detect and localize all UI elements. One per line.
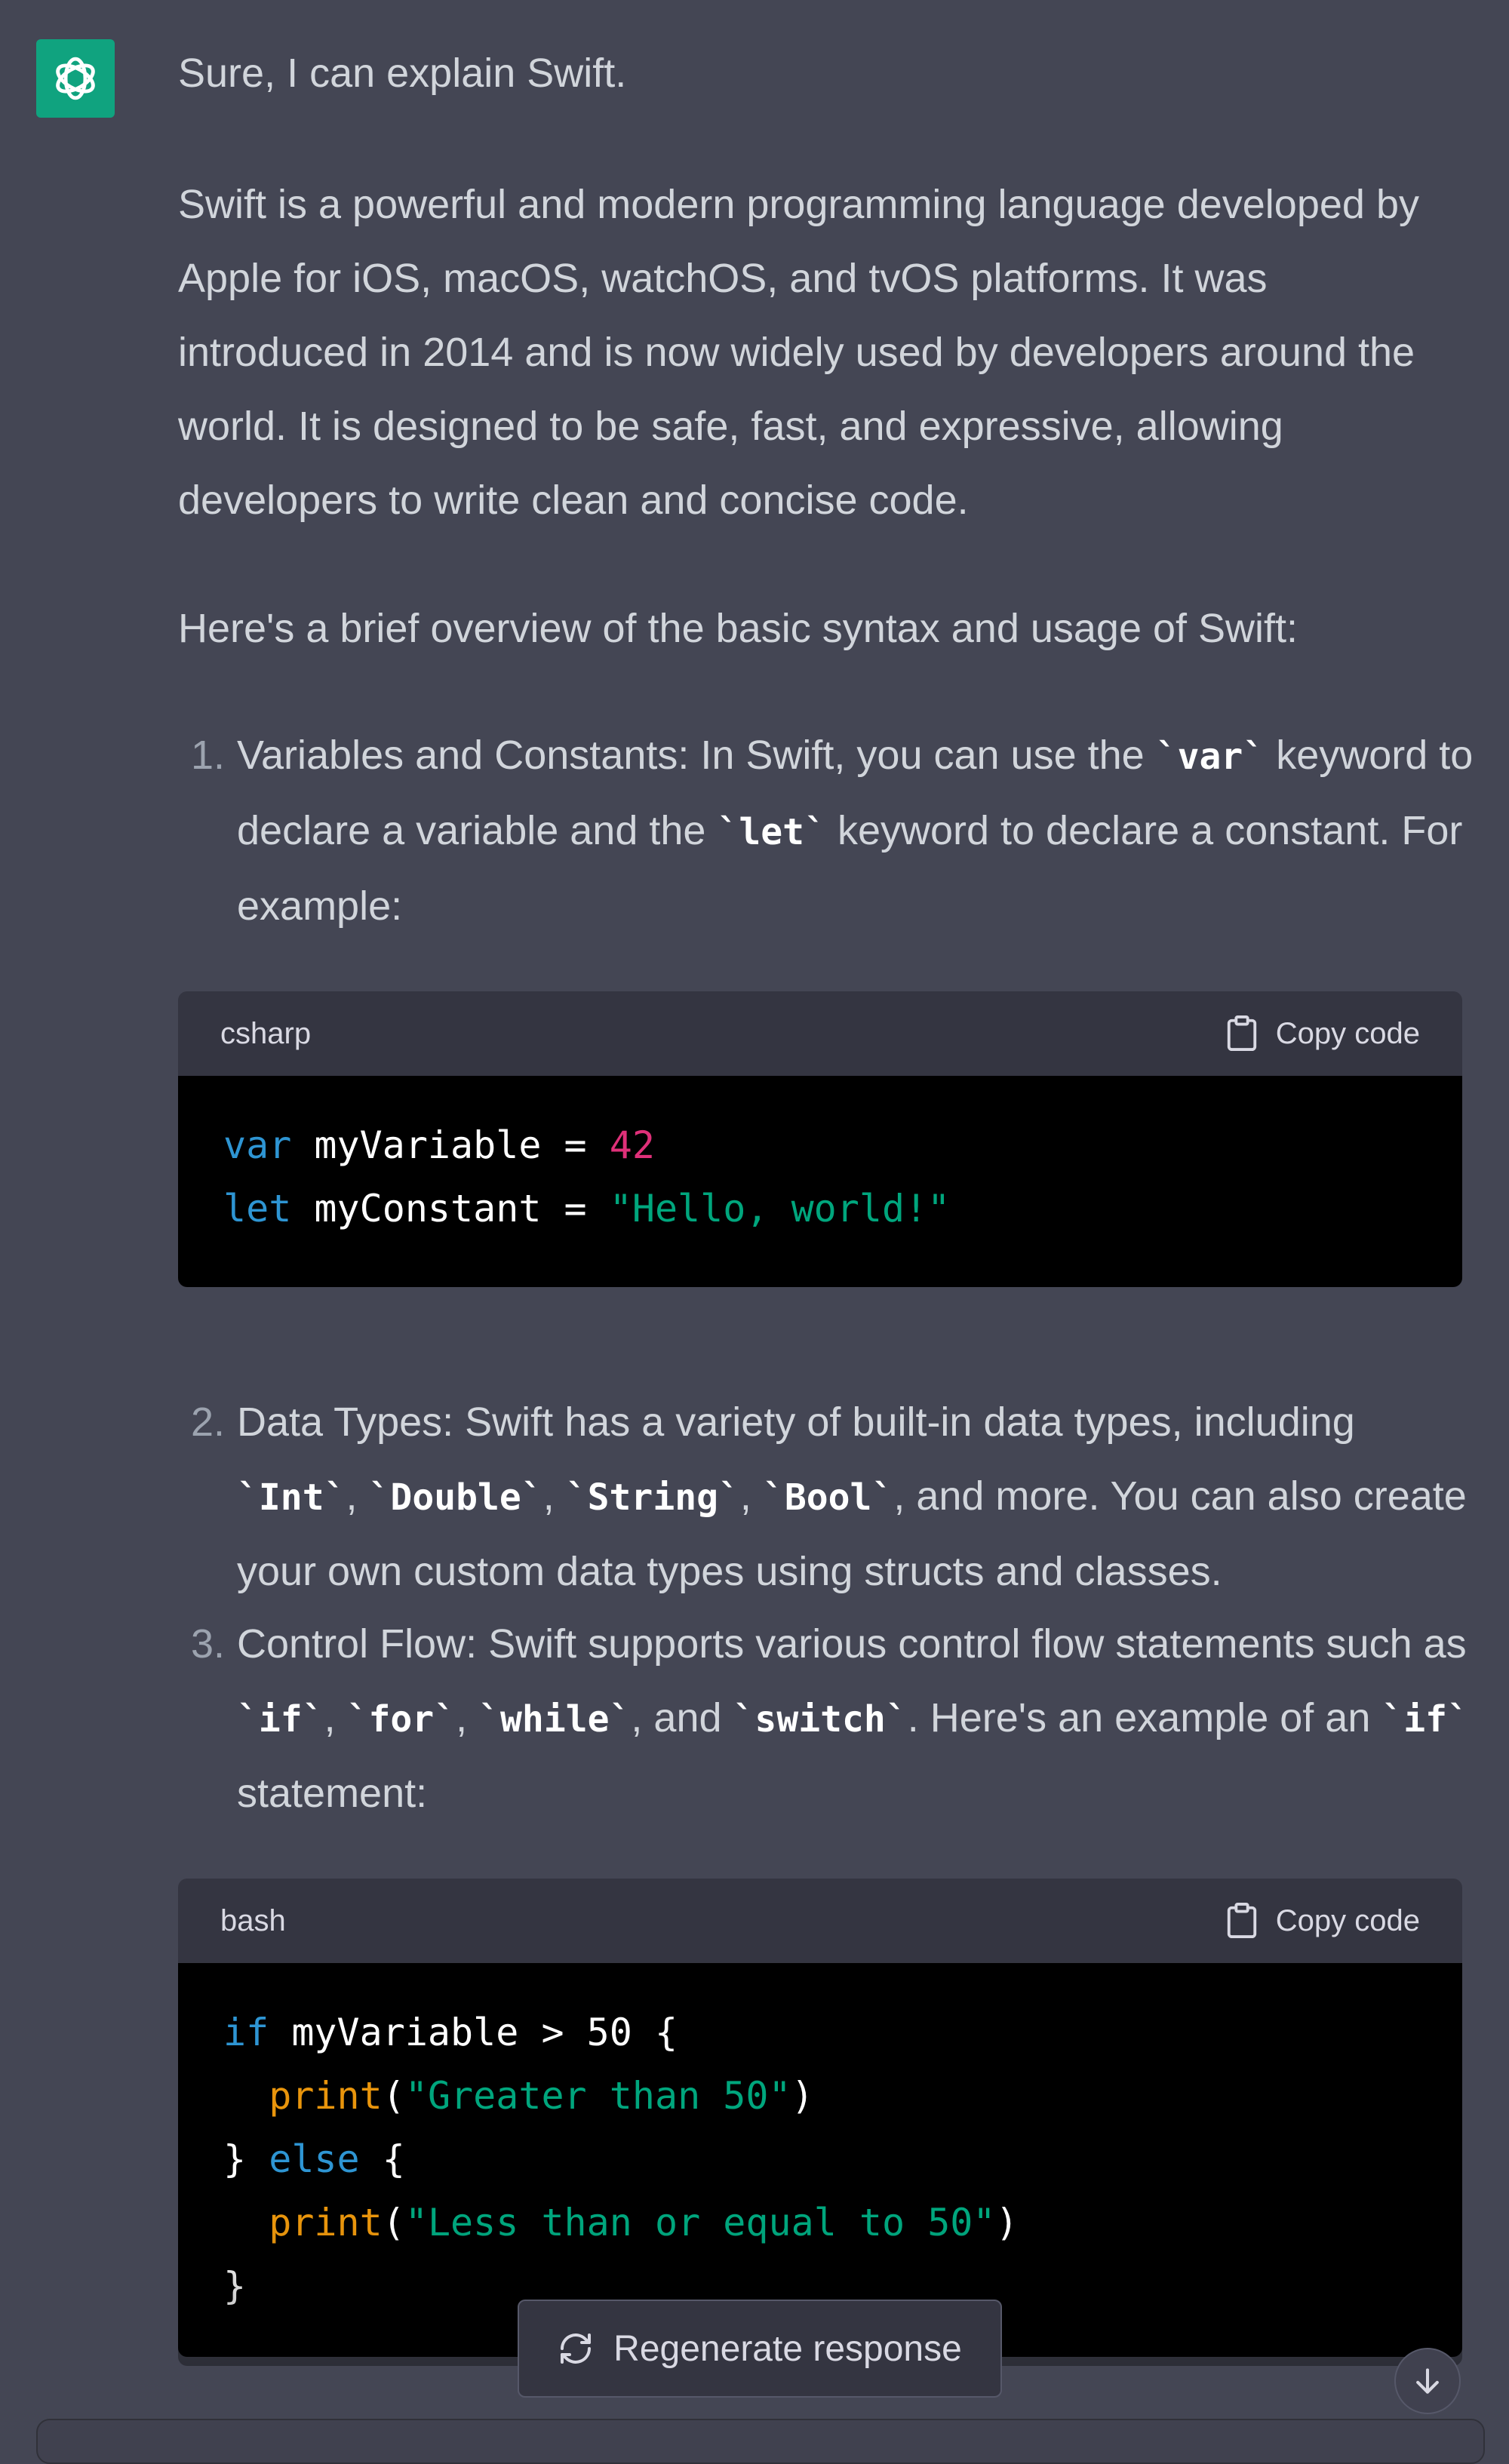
regenerate-response-button[interactable]: Regenerate response [518,2300,1002,2398]
inline-code: `if` [237,1698,324,1740]
list-number: 1. [190,733,225,778]
message-input-bar[interactable] [36,2419,1485,2464]
copy-code-button[interactable]: Copy code [1225,1015,1420,1052]
list-item-text: Data Types: Swift has a variety of built… [237,1399,1467,1594]
code-content: var myVariable = 42 let myConstant = "He… [178,1076,1462,1287]
list-item-text: Variables and Constants: In Swift, you c… [237,733,1474,929]
inline-code: `Int` [237,1476,346,1519]
inline-code: `Double` [368,1476,543,1519]
code-block: csharp Copy code var myVariable = 42 let… [178,991,1462,1287]
copy-code-label: Copy code [1275,1903,1420,1937]
message-intro: Swift is a powerful and modern programmi… [178,182,1419,523]
refresh-icon [561,2333,592,2364]
assistant-avatar [36,39,115,118]
list-number: 2. [190,1399,225,1445]
list-number: 3. [190,1621,225,1667]
inline-code: `switch` [733,1698,908,1740]
inline-code: `let` [717,811,826,853]
code-language: bash [220,1903,286,1937]
scroll-to-bottom-button[interactable] [1394,2348,1461,2414]
inline-code: `String` [565,1476,740,1519]
clipboard-icon [1227,1903,1256,1939]
regenerate-label: Regenerate response [613,2328,962,2369]
inline-code: `Bool` [762,1476,894,1519]
inline-code: `var` [1155,736,1265,778]
inline-code: `while` [478,1698,632,1740]
inline-code: `for` [346,1698,456,1740]
copy-code-button[interactable]: Copy code [1225,1902,1420,1940]
message-greeting: Sure, I can explain Swift. [178,51,627,96]
message-overview: Here's a brief overview of the basic syn… [178,606,1298,651]
arrow-down-icon [1416,2368,1439,2394]
code-block-header: csharp Copy code [178,991,1462,1076]
code-language: csharp [220,1016,312,1050]
inline-code: `if` [1381,1698,1469,1740]
copy-code-label: Copy code [1275,1016,1420,1050]
openai-logo-icon [56,57,95,100]
code-block-header: bash Copy code [178,1879,1462,1963]
list-item-text: Control Flow: Swift supports various con… [237,1621,1469,1816]
clipboard-icon [1227,1015,1256,1051]
